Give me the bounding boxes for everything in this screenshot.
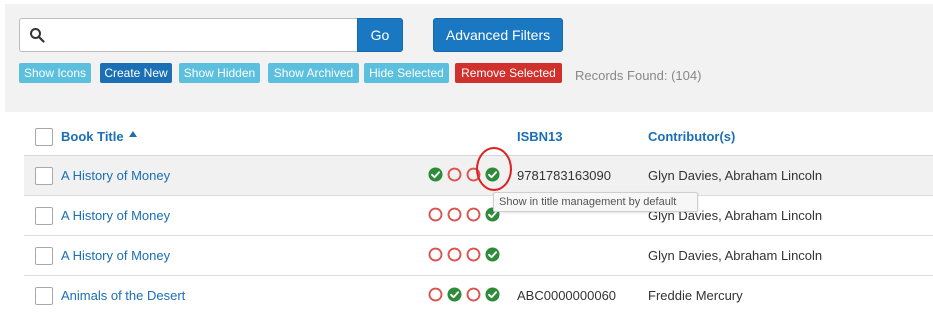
book-title-link[interactable]: A History of Money	[61, 168, 170, 183]
show-icons-button[interactable]: Show Icons	[19, 63, 91, 83]
check-circle-icon[interactable]	[485, 167, 500, 182]
column-header-title[interactable]: Book Title	[61, 129, 124, 144]
search-group: Go	[19, 18, 403, 52]
column-header-isbn[interactable]: ISBN13	[517, 129, 563, 144]
hide-selected-button[interactable]: Hide Selected	[364, 63, 449, 83]
status-icons	[428, 287, 506, 303]
empty-circle-icon[interactable]	[428, 287, 443, 302]
search-input[interactable]	[50, 19, 354, 51]
table-row[interactable]: A History of Money Glyn Davies, Abraham …	[24, 196, 933, 236]
check-circle-icon[interactable]	[428, 167, 443, 182]
contributors-value: Freddie Mercury	[648, 288, 743, 303]
book-title-link[interactable]: A History of Money	[61, 208, 170, 223]
table-row[interactable]: A History of Money Glyn Davies, Abraham …	[24, 236, 933, 276]
empty-circle-icon[interactable]	[447, 207, 462, 222]
table-header: Book Title ISBN13 Contributor(s)	[24, 116, 933, 156]
isbn-value: ABC0000000060	[517, 288, 617, 303]
sort-up-icon[interactable]	[129, 130, 137, 138]
search-box[interactable]	[19, 18, 358, 52]
empty-circle-icon[interactable]	[447, 167, 462, 182]
book-title-link[interactable]: Animals of the Desert	[61, 288, 185, 303]
empty-circle-icon[interactable]	[466, 287, 481, 302]
show-archived-button[interactable]: Show Archived	[268, 63, 359, 83]
check-circle-icon[interactable]	[485, 287, 500, 302]
empty-circle-icon[interactable]	[466, 247, 481, 262]
isbn-value: 9781783163090	[517, 168, 611, 183]
check-circle-icon[interactable]	[485, 247, 500, 262]
row-checkbox[interactable]	[35, 167, 53, 185]
table-row[interactable]: A History of Money 9781783163090 Glyn Da…	[24, 156, 933, 196]
row-checkbox[interactable]	[35, 287, 53, 305]
status-tooltip: Show in title management by default	[493, 192, 698, 212]
filter-toolbar: Go Advanced Filters Show Icons Create Ne…	[5, 4, 933, 112]
go-button[interactable]: Go	[357, 18, 403, 52]
empty-circle-icon[interactable]	[447, 247, 462, 262]
empty-circle-icon[interactable]	[466, 207, 481, 222]
advanced-filters-button[interactable]: Advanced Filters	[433, 18, 563, 52]
status-icons	[428, 247, 506, 263]
row-checkbox[interactable]	[35, 207, 53, 225]
select-all-checkbox[interactable]	[35, 128, 53, 146]
search-icon	[30, 28, 45, 43]
empty-circle-icon[interactable]	[428, 207, 443, 222]
status-icons	[428, 167, 506, 183]
book-title-link[interactable]: A History of Money	[61, 248, 170, 263]
column-header-contributors[interactable]: Contributor(s)	[648, 129, 735, 144]
records-found: Records Found: (104)	[575, 68, 702, 83]
contributors-value: Glyn Davies, Abraham Lincoln	[648, 168, 823, 183]
remove-selected-button[interactable]: Remove Selected	[455, 63, 562, 83]
check-circle-icon[interactable]	[447, 287, 462, 302]
empty-circle-icon[interactable]	[428, 247, 443, 262]
row-checkbox[interactable]	[35, 247, 53, 265]
create-new-button[interactable]: Create New	[100, 63, 172, 83]
empty-circle-icon[interactable]	[466, 167, 481, 182]
contributors-value: Glyn Davies, Abraham Lincoln	[648, 248, 823, 263]
table-row[interactable]: Animals of the Desert ABC0000000060 Fred…	[24, 276, 933, 315]
show-hidden-button[interactable]: Show Hidden	[179, 63, 260, 83]
